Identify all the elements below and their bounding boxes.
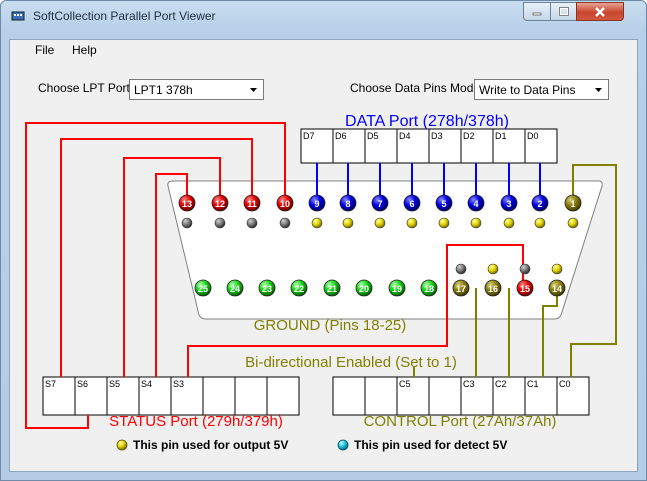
led-indicator [279, 217, 291, 229]
status-bit-label: S4 [141, 379, 152, 389]
pin-label: 7 [377, 199, 382, 209]
led-indicator [374, 217, 386, 229]
data-bit-label: D7 [303, 131, 315, 141]
pin-label: 22 [294, 284, 304, 294]
pin-label: 13 [182, 199, 192, 209]
status-bit-box [266, 376, 300, 416]
pin-label: 12 [215, 199, 225, 209]
control-bit-box [428, 376, 462, 416]
data-bit-label: D5 [367, 131, 379, 141]
led-indicator [181, 217, 193, 229]
pin-label: 6 [409, 199, 414, 209]
control-port-title: CONTROL Port (27Ah/37Ah) [364, 413, 557, 430]
led-indicator [534, 217, 546, 229]
status-bit-label: S6 [77, 379, 88, 389]
led-indicator [567, 217, 579, 229]
data-bit-label: D4 [399, 131, 411, 141]
pin-label: 14 [552, 284, 562, 294]
led-indicator [214, 217, 226, 229]
data-port-title: DATA Port (278h/378h) [345, 113, 509, 130]
pin-label: 19 [392, 284, 402, 294]
pin-label: 5 [441, 199, 446, 209]
pin-label: 24 [230, 284, 240, 294]
control-bit-label: C1 [527, 379, 539, 389]
pin-label: 18 [424, 284, 434, 294]
control-bit-label: C5 [399, 379, 411, 389]
control-bit-label: C0 [559, 379, 571, 389]
led-indicator [342, 217, 354, 229]
pin-label: 4 [473, 199, 478, 209]
led-indicator [487, 263, 499, 275]
pin-label: 2 [537, 199, 542, 209]
ground-label: GROUND (Pins 18-25) [254, 317, 407, 334]
led-indicator [503, 217, 515, 229]
control-bit-box [332, 376, 366, 416]
data-bit-label: D3 [431, 131, 443, 141]
status-bit-box [202, 376, 236, 416]
pin-label: 10 [280, 199, 290, 209]
pin-label: 3 [506, 199, 511, 209]
pin-label: 16 [488, 284, 498, 294]
detect-led-legend-icon [337, 439, 349, 451]
led-indicator [311, 217, 323, 229]
led-indicator [470, 217, 482, 229]
led-indicator [406, 217, 418, 229]
pin-label: 23 [262, 284, 272, 294]
pin-label: 17 [456, 284, 466, 294]
led-indicator [519, 263, 531, 275]
control-bit-label: C3 [463, 379, 475, 389]
led-indicator [551, 263, 563, 275]
led-indicator [246, 217, 258, 229]
data-bit-label: D2 [463, 131, 475, 141]
pin-label: 15 [520, 284, 530, 294]
legend-detect-text: This pin used for detect 5V [354, 438, 507, 452]
status-bit-label: S3 [173, 379, 184, 389]
pin-label: 20 [359, 284, 369, 294]
data-bit-label: D0 [527, 131, 539, 141]
app-window: SoftCollection Parallel Port Viewer File… [0, 0, 647, 481]
pin-label: 21 [327, 284, 337, 294]
pin-label: 11 [247, 199, 257, 209]
data-bit-label: D6 [335, 131, 347, 141]
led-indicator [438, 217, 450, 229]
status-bit-label: S5 [109, 379, 120, 389]
parallel-port-diagram: D7 D6 D5 D4 D3 D2 D1 D0 S7 S6 S5 S4 S3 C5 C3 C2 C1 C0 [25, 113, 617, 452]
control-bit-box [364, 376, 398, 416]
status-bit-box [234, 376, 268, 416]
pin-label: 8 [345, 199, 350, 209]
status-port-title: STATUS Port (279h/379h) [109, 413, 283, 430]
pin-label: 25 [198, 284, 208, 294]
pin-label: 1 [570, 199, 575, 209]
output-led-legend-icon [116, 439, 128, 451]
status-bit-label: S7 [45, 379, 56, 389]
bidirectional-label: Bi-directional Enabled (Set to 1) [245, 354, 457, 371]
control-bit-label: C2 [495, 379, 507, 389]
led-indicator [455, 263, 467, 275]
legend-output-text: This pin used for output 5V [133, 438, 288, 452]
pin-label: 9 [314, 199, 319, 209]
data-bit-label: D1 [495, 131, 507, 141]
